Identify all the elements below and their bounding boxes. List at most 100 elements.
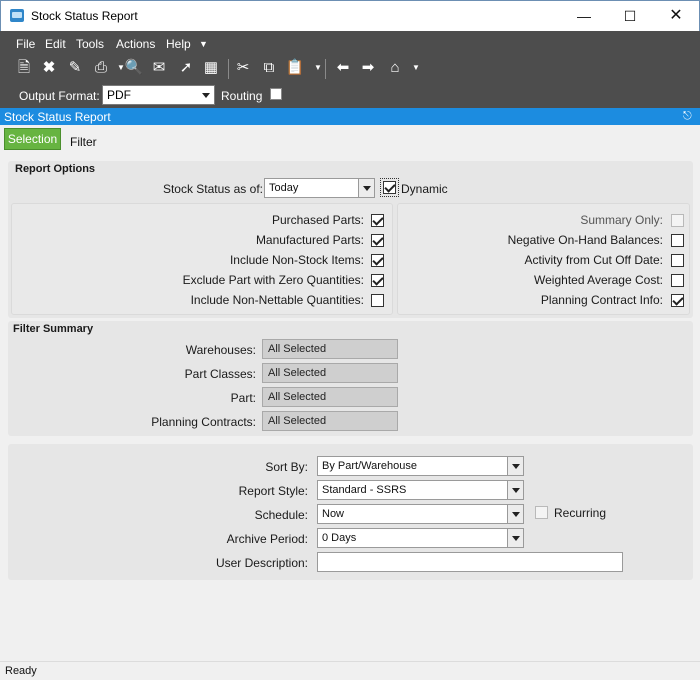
report-style-select[interactable]: Standard - SSRS	[317, 480, 524, 500]
cut-icon[interactable]: ✂	[233, 59, 253, 77]
chevron-down-icon[interactable]	[507, 457, 523, 475]
app-icon	[10, 9, 24, 22]
panel-title: Stock Status Report	[4, 110, 111, 124]
user-description-label: User Description:	[215, 556, 308, 570]
weighted-average-cost-checkbox[interactable]	[671, 274, 684, 287]
report-options-left-box: Purchased Parts: Manufactured Parts: Inc…	[11, 203, 393, 315]
schedule-label: Schedule:	[254, 508, 308, 522]
stock-status-value: Today	[269, 182, 299, 194]
clear-icon[interactable]: ✎	[65, 59, 85, 77]
schedule-value: Now	[322, 508, 345, 520]
purchased-parts-label: Purchased Parts:	[271, 213, 364, 227]
filter-summary-title: Filter Summary	[13, 323, 94, 335]
new-icon[interactable]: 🗎	[14, 59, 34, 77]
back-icon[interactable]: ⬅	[333, 59, 353, 77]
report-options-right-box: Summary Only: Negative On-Hand Balances:…	[397, 203, 690, 315]
include-non-nettable-checkbox[interactable]	[371, 294, 384, 307]
chevron-down-icon[interactable]	[507, 505, 523, 523]
activity-cutoff-checkbox[interactable]	[671, 254, 684, 267]
routing-checkbox[interactable]	[270, 88, 282, 100]
warehouses-label: Warehouses:	[185, 343, 256, 357]
activity-cutoff-label: Activity from Cut Off Date:	[524, 253, 663, 267]
chevron-down-icon[interactable]	[198, 86, 214, 104]
dynamic-focus-ring	[380, 178, 399, 197]
part-field: All Selected	[262, 387, 398, 407]
report-style-label: Report Style:	[238, 484, 308, 498]
menu-tools[interactable]: Tools	[76, 37, 104, 51]
menu-edit[interactable]: Edit	[45, 37, 66, 51]
send-icon[interactable]: ✉	[149, 59, 169, 77]
paste-icon[interactable]: 📋	[285, 59, 305, 77]
manufactured-parts-checkbox[interactable]	[371, 234, 384, 247]
toolbar-separator	[325, 59, 326, 79]
include-non-nettable-label: Include Non-Nettable Quantities:	[190, 293, 364, 307]
report-options-group: Report Options Stock Status as of: Today…	[8, 161, 693, 318]
menu-overflow-icon[interactable]: ▼	[199, 39, 208, 49]
warehouses-field: All Selected	[262, 339, 398, 359]
pin-icon[interactable]: ⎋	[683, 110, 692, 123]
sort-by-select[interactable]: By Part/Warehouse	[317, 456, 524, 476]
sort-by-label: Sort By:	[265, 460, 308, 474]
exclude-zero-qty-checkbox[interactable]	[371, 274, 384, 287]
purchased-parts-checkbox[interactable]	[371, 214, 384, 227]
menu-file[interactable]: File	[16, 37, 35, 51]
archive-period-label: Archive Period:	[226, 532, 308, 546]
tab-filter[interactable]: Filter	[70, 135, 97, 149]
forward-icon[interactable]: ➡	[358, 59, 378, 77]
delete-icon[interactable]: ✖	[39, 59, 59, 77]
weighted-average-cost-label: Weighted Average Cost:	[534, 273, 663, 287]
status-bar: Ready	[0, 661, 700, 680]
recurring-label: Recurring	[554, 506, 607, 520]
report-settings-group: Sort By: By Part/Warehouse Report Style:…	[8, 444, 693, 580]
print-icon[interactable]: ⎙	[91, 59, 111, 77]
print-preview-icon[interactable]: 🔍	[124, 59, 144, 77]
output-format-label: Output Format:	[19, 89, 100, 103]
negative-on-hand-checkbox[interactable]	[671, 234, 684, 247]
main-content: Report Options Stock Status as of: Today…	[0, 153, 700, 661]
attach-icon[interactable]: ➚	[176, 59, 196, 77]
menu-actions[interactable]: Actions	[116, 37, 155, 51]
layout-icon[interactable]: ▦	[201, 59, 221, 77]
menu-help[interactable]: Help	[166, 37, 191, 51]
home-icon[interactable]: ⌂	[385, 59, 405, 77]
include-non-stock-checkbox[interactable]	[371, 254, 384, 267]
tab-selection[interactable]: Selection	[4, 128, 61, 150]
manufactured-parts-label: Manufactured Parts:	[255, 233, 364, 247]
planning-contract-info-checkbox[interactable]	[671, 294, 684, 307]
tab-strip: Selection Filter	[0, 125, 700, 153]
stock-status-label: Stock Status as of:	[162, 182, 263, 196]
part-label: Part:	[230, 391, 256, 405]
recurring-checkbox[interactable]	[535, 506, 548, 519]
toolbar-overflow-icon[interactable]: ▼	[406, 59, 426, 77]
close-icon[interactable]: ✕	[653, 1, 699, 31]
report-options-title: Report Options	[15, 163, 96, 175]
routing-label: Routing	[221, 89, 263, 103]
copy-icon[interactable]: ⧉	[259, 59, 279, 77]
summary-only-label: Summary Only:	[580, 213, 663, 227]
toolbar-separator	[228, 59, 229, 79]
archive-period-value: 0 Days	[322, 532, 357, 544]
report-style-value: Standard - SSRS	[322, 484, 407, 496]
planning-contracts-field: All Selected	[262, 411, 398, 431]
include-non-stock-label: Include Non-Stock Items:	[229, 253, 364, 267]
filter-summary-group: Filter Summary Warehouses: All Selected …	[8, 321, 693, 436]
dynamic-checkbox[interactable]	[383, 181, 396, 194]
maximize-icon[interactable]: ☐	[607, 1, 653, 31]
chevron-down-icon[interactable]	[507, 481, 523, 499]
minimize-icon[interactable]: —	[561, 1, 607, 31]
stock-status-select[interactable]: Today	[264, 178, 375, 198]
dynamic-label: Dynamic	[401, 182, 448, 196]
summary-only-checkbox[interactable]	[671, 214, 684, 227]
panel-header: Stock Status Report ⎋	[0, 108, 700, 125]
chevron-down-icon[interactable]	[358, 179, 374, 197]
archive-period-select[interactable]: 0 Days	[317, 528, 524, 548]
user-description-input[interactable]	[317, 552, 623, 572]
output-format-select[interactable]: PDF	[102, 85, 215, 105]
chevron-down-icon[interactable]	[507, 529, 523, 547]
part-classes-field: All Selected	[262, 363, 398, 383]
planning-contracts-label: Planning Contracts:	[151, 415, 256, 429]
part-classes-label: Part Classes:	[184, 367, 256, 381]
title-bar: Stock Status Report — ☐ ✕	[0, 0, 700, 31]
negative-on-hand-label: Negative On-Hand Balances:	[507, 233, 663, 247]
schedule-select[interactable]: Now	[317, 504, 524, 524]
